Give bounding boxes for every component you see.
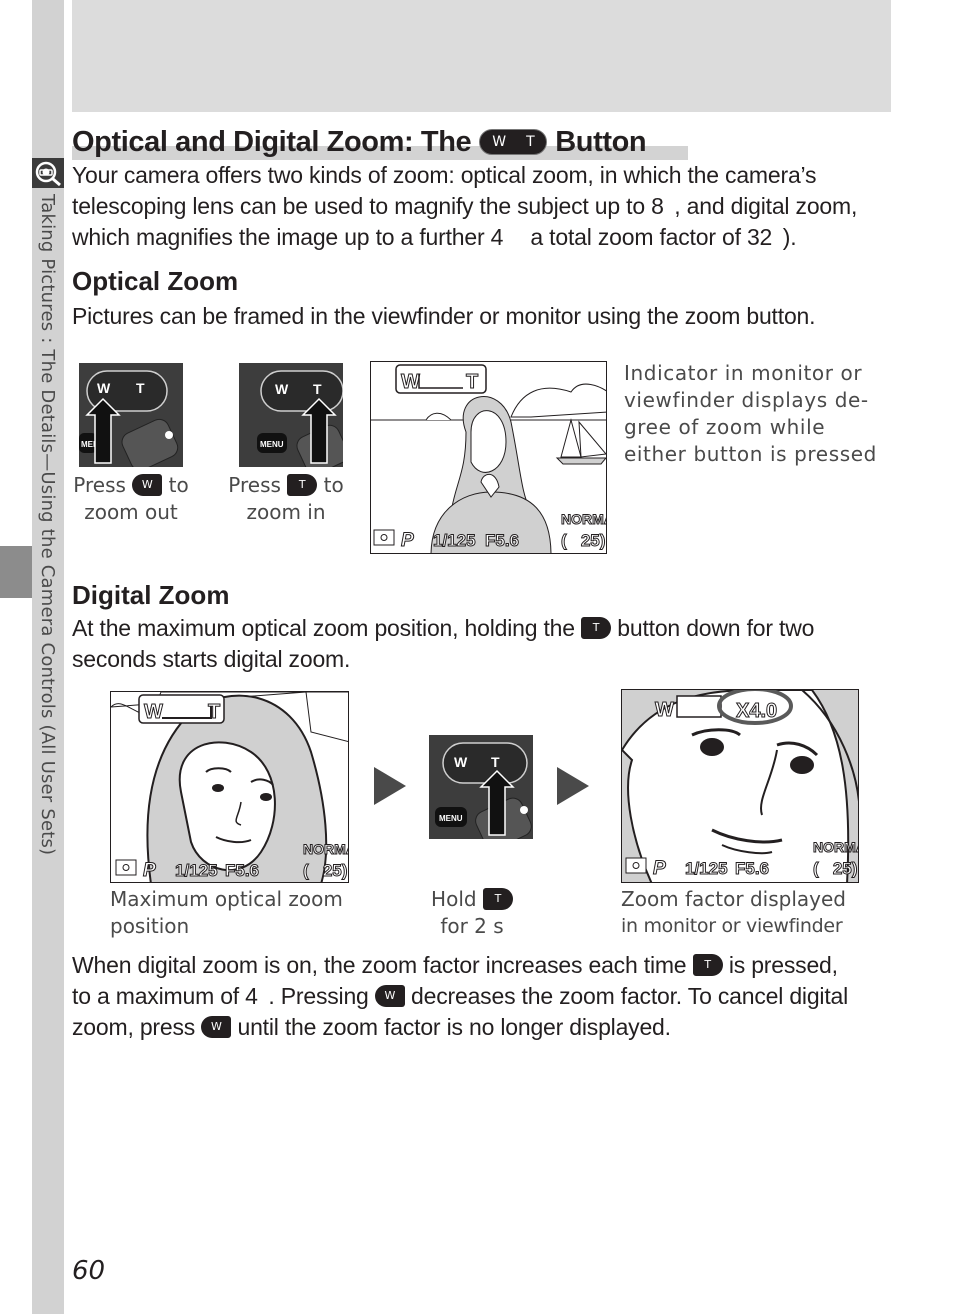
camera-t-press-figure: W T MENU xyxy=(239,363,343,467)
caption-zoom-in: Press T to zoom in xyxy=(226,472,346,526)
para-line-2: to a maximum of 4 . Pressing W decreases… xyxy=(72,981,848,1012)
digital-zoom-heading: Digital Zoom xyxy=(72,580,230,610)
optical-zoom-heading: Optical Zoom xyxy=(72,266,239,296)
chapter-title-text: Taking Pictures : The Details—Using the … xyxy=(37,194,58,856)
mode-readout: P xyxy=(653,858,666,879)
text-span: At the maximum optical zoom position, ho… xyxy=(72,615,575,641)
indicator-note: Indicator in monitor or viewfinder displ… xyxy=(624,361,877,466)
shutter-readout: 1/125 xyxy=(685,859,728,878)
w-button-icon: W xyxy=(374,984,405,1007)
caption-line-2: zoom out xyxy=(84,500,178,524)
svg-text:MENU: MENU xyxy=(439,814,463,823)
w-button-icon: W xyxy=(201,1015,232,1038)
text-span: button down for two xyxy=(617,615,815,641)
arrow-right-icon xyxy=(374,767,406,805)
quality-readout: NORMAL xyxy=(813,839,859,855)
digital-zoom-text: At the maximum optical zoom position, ho… xyxy=(72,613,814,675)
caption-to: to xyxy=(323,473,344,497)
chapter-title-vertical: Taking Pictures : The Details—Using the … xyxy=(36,194,60,954)
caption-line-1: Maximum optical zoom xyxy=(110,887,343,911)
caption-hold: Hold xyxy=(431,887,477,911)
caption-zoom-factor: Zoom factor displayed in monitor or view… xyxy=(621,886,846,940)
title-text-before: Optical and Digital Zoom: The xyxy=(72,126,472,158)
t-button-icon: T xyxy=(581,616,612,639)
text-span: is pressed, xyxy=(728,952,838,978)
w-button-icon: W xyxy=(132,473,163,496)
monitor-display-max-optical: W T P 1/125 F5.6 NORMAL ( 25) xyxy=(110,691,349,883)
intro-line-2: telescoping lens can be used to magnify … xyxy=(72,193,858,219)
mode-readout: P xyxy=(143,860,156,881)
key-t-label: T xyxy=(136,380,145,396)
caption-line-2: zoom in xyxy=(246,500,326,524)
key-t-label: T xyxy=(313,381,322,397)
caption-press: Press xyxy=(228,473,281,497)
text-span: When digital zoom is on, the zoom factor… xyxy=(72,952,687,978)
key-w-label: W xyxy=(97,380,111,396)
text-span: decreases the zoom factor. To cancel dig… xyxy=(411,983,849,1009)
header-banner xyxy=(72,0,891,112)
key-t-label: T xyxy=(491,754,500,770)
t-label: T xyxy=(526,134,535,150)
optical-zoom-text: Pictures can be framed in the viewfinder… xyxy=(72,303,816,329)
para-line-3: zoom, press W until the zoom factor is n… xyxy=(72,1012,848,1043)
title-heading: Optical and Digital Zoom: The W T Button xyxy=(72,124,688,160)
intro-line-1: Your camera offers two kinds of zoom: op… xyxy=(72,162,817,188)
arrow-right-icon xyxy=(557,767,589,805)
caption-zoom-out: Press W to zoom out xyxy=(72,472,190,526)
svg-text:MENU: MENU xyxy=(260,440,284,449)
caption-line-2: for 2 s xyxy=(440,914,504,938)
text-span: zoom, press xyxy=(72,1014,196,1040)
intro-line-3: which magnifies the image up to a furthe… xyxy=(72,224,797,250)
aperture-readout: F5.6 xyxy=(225,861,259,880)
shutter-readout: 1/125 xyxy=(433,531,476,550)
digital-zoom-paragraph: When digital zoom is on, the zoom factor… xyxy=(72,950,848,1043)
aperture-readout: F5.6 xyxy=(485,531,519,550)
caption-max-optical: Maximum optical zoom position xyxy=(110,886,343,940)
shutter-readout: 1/125 xyxy=(175,861,218,880)
zoom-factor-readout: X4.0 xyxy=(736,700,777,722)
zoom-t-indicator: T xyxy=(208,701,220,723)
zoom-w-indicator: W xyxy=(401,371,420,393)
caption-line-1: Zoom factor displayed xyxy=(621,887,846,911)
magnifier-camera-icon xyxy=(32,158,64,188)
shots-remaining-readout: ( 25) xyxy=(813,859,857,878)
caption-line-2: position xyxy=(110,914,190,938)
page-number: 60 xyxy=(72,1256,106,1286)
w-label: W xyxy=(492,134,506,150)
key-w-label: W xyxy=(275,381,289,397)
page-title: Optical and Digital Zoom: The W T Button xyxy=(72,124,688,160)
mode-readout: P xyxy=(401,530,414,551)
camera-w-press-figure: W T MEN xyxy=(79,363,183,467)
zoom-t-indicator: T xyxy=(466,371,478,393)
t-button-icon: T xyxy=(482,887,513,910)
t-button-icon: T xyxy=(287,473,318,496)
caption-to: to xyxy=(168,473,189,497)
caption-line-2: in monitor or viewfinder xyxy=(621,915,843,937)
zoom-w-indicator: W xyxy=(655,699,674,721)
para-line-1: When digital zoom is on, the zoom factor… xyxy=(72,950,848,981)
key-w-label: W xyxy=(454,754,468,770)
zoom-w-indicator: W xyxy=(144,701,163,723)
chapter-tab-marker xyxy=(0,546,32,598)
monitor-display-digital: W X4.0 P 1/125 F5.6 NORMAL ( 25) xyxy=(621,689,859,883)
text-span: to a maximum of 4 . Pressing xyxy=(72,983,369,1009)
quality-readout: NORMAL xyxy=(561,511,607,527)
shots-remaining-readout: ( 25) xyxy=(561,531,605,550)
camera-hold-t-figure: W T MENU xyxy=(429,735,533,839)
shots-remaining-readout: ( 25) xyxy=(303,861,347,880)
intro-paragraph: Your camera offers two kinds of zoom: op… xyxy=(72,160,857,253)
digital-line-1: At the maximum optical zoom position, ho… xyxy=(72,613,814,644)
aperture-readout: F5.6 xyxy=(735,859,769,878)
t-button-icon: T xyxy=(692,953,723,976)
caption-hold-t: Hold T for 2 s xyxy=(412,886,532,940)
quality-readout: NORMAL xyxy=(303,841,349,857)
title-text-after: Button xyxy=(555,126,647,158)
monitor-display-optical: W T P 1/125 F5.6 NORMAL ( 25) xyxy=(370,361,607,554)
caption-press: Press xyxy=(73,473,126,497)
text-span: until the zoom factor is no longer displ… xyxy=(237,1014,671,1040)
digital-line-2: seconds starts digital zoom. xyxy=(72,646,351,672)
wt-button-icon: W T xyxy=(479,129,548,155)
